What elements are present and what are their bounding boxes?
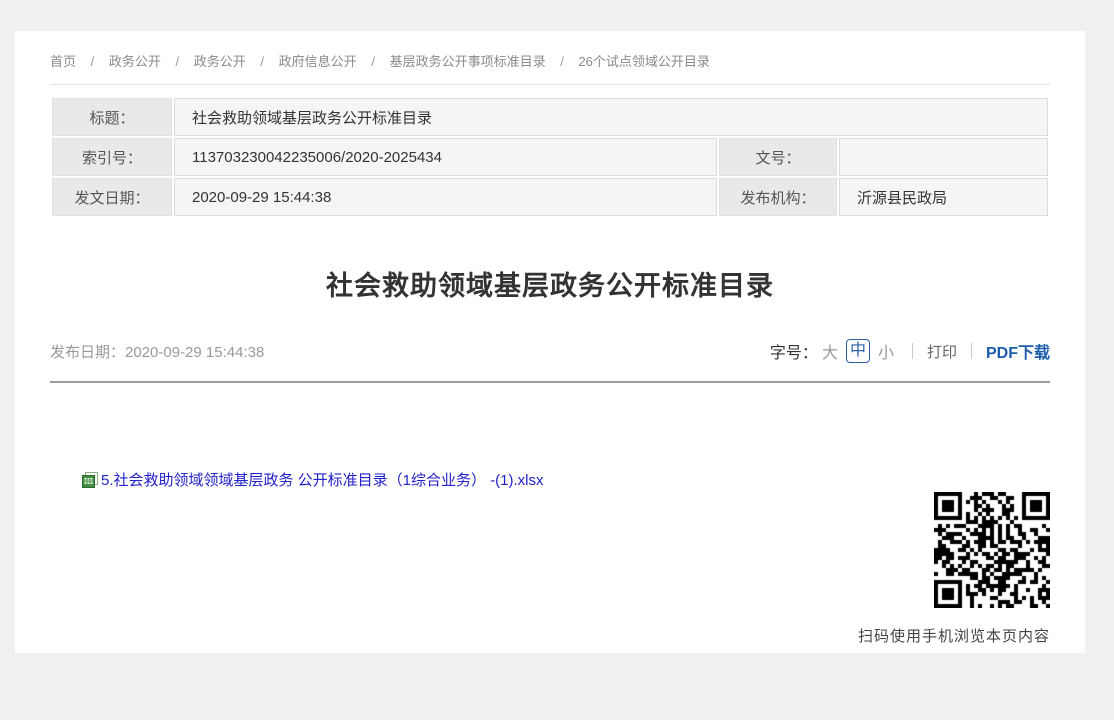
font-size-label: 字号： — [770, 339, 818, 363]
meta-value-agency: 沂源县民政局 — [839, 178, 1048, 216]
breadcrumb-separator: / — [371, 54, 375, 69]
breadcrumb-separator: / — [91, 54, 95, 69]
font-size-small-button[interactable]: 小 — [878, 339, 894, 363]
page-title: 社会救助领域基层政务公开标准目录 — [50, 264, 1050, 303]
publish-date-value: 2020-09-29 15:44:38 — [125, 344, 264, 361]
font-size-medium-button[interactable]: 中 — [846, 339, 870, 363]
attachment-link[interactable]: 5.社会救助领域领域基层政务 公开标准目录（1综合业务） -(1).xlsx — [101, 469, 544, 490]
meta-value-doc-number — [839, 138, 1048, 176]
meta-label-index-number: 索引号： — [52, 138, 172, 176]
attachment-row: 5.社会救助领域领域基层政务 公开标准目录（1综合业务） -(1).xlsx — [50, 469, 1050, 490]
breadcrumb-separator: / — [560, 54, 564, 69]
breadcrumb-item-pilot-catalog[interactable]: 26个试点领域公开目录 — [578, 54, 709, 69]
meta-value-title: 社会救助领域基层政务公开标准目录 — [174, 98, 1048, 136]
breadcrumb-separator: / — [176, 54, 180, 69]
toolbar-divider — [912, 343, 913, 359]
breadcrumb-divider — [50, 84, 1050, 85]
article-toolbar: 字号： 大 中 小 打印 PDF下载 — [770, 339, 1050, 363]
qr-caption: 扫码使用手机浏览本页内容 — [858, 625, 1050, 646]
qr-code — [934, 492, 1050, 608]
meta-label-title: 标题： — [52, 98, 172, 136]
toolbar-divider — [971, 343, 972, 359]
breadcrumb: 首页 / 政务公开 / 政务公开 / 政府信息公开 / 基层政务公开事项标准目录… — [50, 31, 1050, 84]
qr-block: 扫码使用手机浏览本页内容 — [858, 492, 1050, 646]
breadcrumb-item-zwgk-2[interactable]: 政务公开 — [194, 54, 246, 69]
content-card: 首页 / 政务公开 / 政务公开 / 政府信息公开 / 基层政务公开事项标准目录… — [15, 31, 1085, 653]
breadcrumb-item-standard-catalog[interactable]: 基层政务公开事项标准目录 — [390, 54, 546, 69]
breadcrumb-item-gov-info[interactable]: 政府信息公开 — [279, 54, 357, 69]
publish-date: 发布日期：2020-09-29 15:44:38 — [50, 341, 264, 362]
font-size-large-button[interactable]: 大 — [822, 339, 838, 363]
meta-value-issue-date: 2020-09-29 15:44:38 — [174, 178, 717, 216]
breadcrumb-separator: / — [260, 54, 264, 69]
meta-value-index-number: 113703230042235006/2020-2025434 — [174, 138, 717, 176]
meta-label-agency: 发布机构： — [719, 178, 837, 216]
breadcrumb-item-home[interactable]: 首页 — [50, 54, 76, 69]
excel-file-icon — [82, 472, 98, 488]
publish-date-label: 发布日期： — [50, 344, 125, 361]
meta-label-doc-number: 文号： — [719, 138, 837, 176]
meta-label-issue-date: 发文日期： — [52, 178, 172, 216]
breadcrumb-item-zwgk-1[interactable]: 政务公开 — [109, 54, 161, 69]
print-button[interactable]: 打印 — [927, 341, 957, 362]
document-meta-table: 标题： 社会救助领域基层政务公开标准目录 索引号： 11370323004223… — [50, 96, 1050, 218]
content-divider — [50, 381, 1050, 383]
pdf-download-button[interactable]: PDF下载 — [986, 339, 1050, 363]
